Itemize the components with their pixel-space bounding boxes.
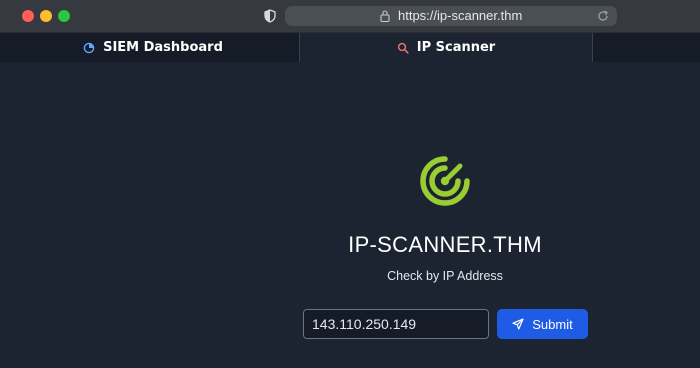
search-icon	[397, 42, 409, 54]
submit-button[interactable]: Submit	[497, 309, 588, 339]
window-left-edge	[0, 33, 7, 368]
minimize-window-button[interactable]	[40, 10, 52, 22]
title-bar: https://ip-scanner.thm	[0, 0, 700, 33]
page-subtitle: Check by IP Address	[387, 269, 503, 283]
tab-label: IP Scanner	[416, 40, 496, 55]
maximize-window-button[interactable]	[58, 10, 70, 22]
tab-ip-scanner[interactable]: IP Scanner	[299, 33, 593, 62]
ip-address-input[interactable]	[303, 309, 489, 339]
page-title: IP-SCANNER.THM	[348, 232, 542, 257]
url-text: https://ip-scanner.thm	[398, 8, 523, 23]
address-bar[interactable]: https://ip-scanner.thm	[285, 6, 617, 26]
browser-window: https://ip-scanner.thm SIEM Dashboard IP…	[0, 0, 700, 368]
tab-strip: SIEM Dashboard IP Scanner	[0, 33, 700, 62]
shield-icon[interactable]	[264, 9, 276, 23]
tab-label: SIEM Dashboard	[103, 40, 223, 55]
reload-icon[interactable]	[597, 10, 609, 22]
submit-label: Submit	[532, 316, 573, 332]
send-icon	[512, 318, 524, 330]
lock-icon	[380, 10, 390, 22]
close-window-button[interactable]	[22, 10, 34, 22]
radar-icon	[420, 156, 470, 206]
pie-chart-icon	[83, 42, 95, 53]
tab-siem-dashboard[interactable]: SIEM Dashboard	[8, 33, 298, 62]
